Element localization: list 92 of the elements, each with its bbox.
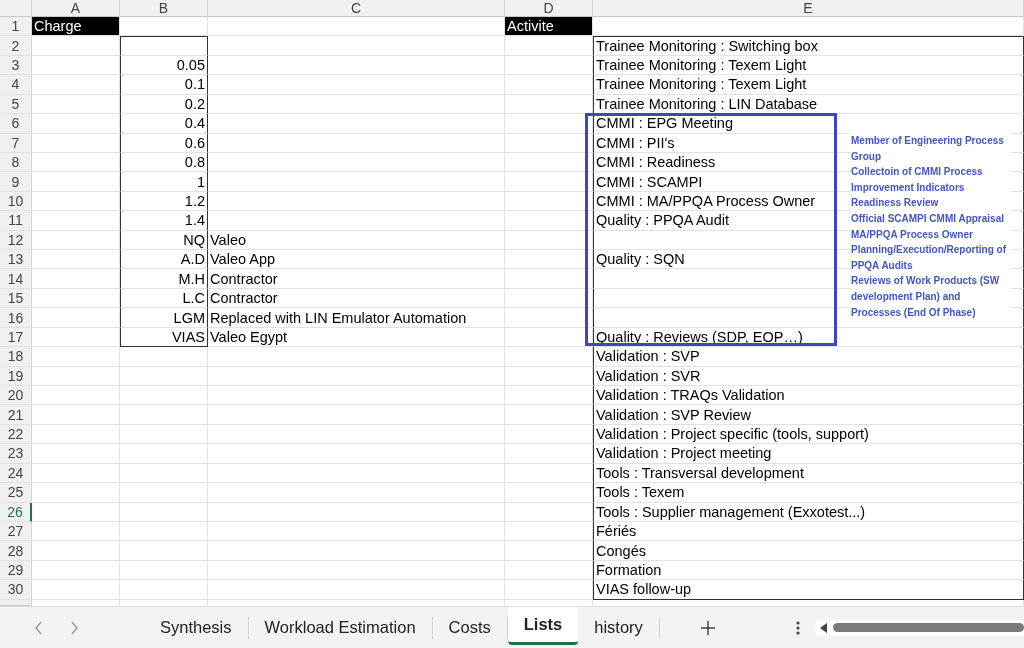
annotation-note: Reviews of Work Products (SW development Plan) and Processes (End Of Phase) bbox=[851, 273, 1011, 321]
row-header[interactable]: 11 bbox=[0, 211, 32, 231]
table-cell: Formation bbox=[593, 560, 1024, 581]
table-cell: Validation : Project meeting bbox=[593, 444, 1024, 464]
table-cell: 0.05 bbox=[120, 55, 208, 76]
table-cell: Trainee Monitoring : Texem Light bbox=[593, 75, 1024, 95]
table-cell: 0.4 bbox=[120, 114, 208, 134]
row-header[interactable]: 6 bbox=[0, 114, 32, 134]
row-header[interactable]: 7 bbox=[0, 133, 32, 153]
chevron-left-icon[interactable] bbox=[33, 620, 43, 635]
row-header[interactable]: 5 bbox=[0, 94, 32, 115]
add-sheet-icon[interactable] bbox=[699, 619, 716, 636]
row-header[interactable]: 17 bbox=[0, 327, 32, 348]
table-cell: Fériés bbox=[593, 521, 1024, 542]
row-header[interactable]: 21 bbox=[0, 405, 32, 425]
row-header[interactable]: 29 bbox=[0, 560, 32, 581]
row-header[interactable]: 30 bbox=[0, 580, 32, 600]
more-options-icon[interactable] bbox=[795, 619, 800, 636]
table-cell: Replaced with LIN Emulator Automation bbox=[208, 308, 505, 328]
row-header[interactable]: 14 bbox=[0, 269, 32, 289]
table-cell: Validation : SVP bbox=[593, 347, 1024, 367]
table-cell: Congés bbox=[593, 541, 1024, 561]
table-cell: Trainee Monitoring : Texem Light bbox=[593, 55, 1024, 76]
table-cell: Trainee Monitoring : LIN Database bbox=[593, 94, 1024, 115]
table-cell: 0.6 bbox=[120, 133, 208, 153]
row-header[interactable]: 3 bbox=[0, 55, 32, 76]
sheet-tab[interactable]: history bbox=[578, 616, 660, 639]
column-header[interactable]: C bbox=[208, 0, 505, 17]
header-cell: Charge bbox=[32, 17, 120, 37]
table-cell: Validation : TRAQs Validation bbox=[593, 386, 1024, 406]
sheet-tab[interactable]: Lists bbox=[507, 607, 579, 645]
row-header[interactable]: 2 bbox=[0, 36, 32, 56]
row-header[interactable]: 13 bbox=[0, 250, 32, 270]
sheet-tab[interactable]: Synthesis bbox=[144, 616, 249, 639]
table-cell: A.D bbox=[120, 250, 208, 270]
table-cell: 0.1 bbox=[120, 75, 208, 95]
table-cell: Validation : SVR bbox=[593, 366, 1024, 386]
table-cell: 1 bbox=[120, 172, 208, 192]
table-cell: LGM bbox=[120, 308, 208, 328]
scroll-left-icon[interactable] bbox=[819, 622, 827, 633]
row-header[interactable]: 4 bbox=[0, 75, 32, 95]
table-cell: Tools : Transversal development bbox=[593, 463, 1024, 484]
table-cell: Trainee Monitoring : Switching box bbox=[593, 36, 1024, 56]
table-cell: VIAS follow-up bbox=[593, 580, 1024, 600]
column-header[interactable]: D bbox=[505, 0, 593, 17]
table-cell: NQ bbox=[120, 230, 208, 251]
row-header[interactable]: 25 bbox=[0, 483, 32, 503]
table-cell: M.H bbox=[120, 269, 208, 289]
scrollbar-thumb[interactable] bbox=[832, 623, 1024, 632]
annotation-note: Member of Engineering Process Group bbox=[851, 133, 1011, 165]
row-header[interactable]: 12 bbox=[0, 230, 32, 251]
row-header[interactable]: 1 bbox=[0, 17, 32, 37]
annotation-note: Collectoin of CMMI Process Improvement Indicators bbox=[851, 164, 1011, 196]
header-cell: Activite bbox=[505, 17, 593, 37]
table-cell: 0.8 bbox=[120, 152, 208, 173]
row-header[interactable]: 15 bbox=[0, 288, 32, 309]
row-header[interactable]: 22 bbox=[0, 424, 32, 445]
column-header[interactable]: E bbox=[593, 0, 1024, 17]
table-cell: Validation : SVP Review bbox=[593, 405, 1024, 425]
row-header[interactable]: 10 bbox=[0, 191, 32, 212]
row-header[interactable]: 16 bbox=[0, 308, 32, 328]
row-header[interactable]: 23 bbox=[0, 444, 32, 464]
table-cell: L.C bbox=[120, 288, 208, 309]
row-header[interactable]: 8 bbox=[0, 152, 32, 173]
annotation-note: Readiness Review bbox=[851, 195, 1011, 211]
table-cell: Valeo App bbox=[208, 250, 505, 270]
column-header[interactable]: B bbox=[120, 0, 208, 17]
row-header[interactable]: 20 bbox=[0, 386, 32, 406]
sheet-tab[interactable]: Workload Estimation bbox=[248, 616, 433, 639]
horizontal-scrollbar[interactable] bbox=[813, 619, 1024, 636]
table-cell: CMMI : EPG Meeting bbox=[593, 114, 1024, 134]
table-cell: Tools : Texem bbox=[593, 483, 1024, 503]
sheet-tab[interactable]: Costs bbox=[432, 616, 508, 639]
row-header[interactable]: 26 bbox=[0, 502, 32, 522]
row-header[interactable]: 18 bbox=[0, 347, 32, 367]
row-header[interactable]: 19 bbox=[0, 366, 32, 386]
table-cell: Valeo Egypt bbox=[208, 327, 505, 348]
table-cell: 1.2 bbox=[120, 191, 208, 212]
table-cell: Contractor bbox=[208, 269, 505, 289]
row-header[interactable]: 28 bbox=[0, 541, 32, 561]
chevron-right-icon[interactable] bbox=[69, 620, 79, 635]
row-header[interactable]: 9 bbox=[0, 172, 32, 192]
table-cell: Contractor bbox=[208, 288, 505, 309]
row-header[interactable]: 24 bbox=[0, 463, 32, 484]
table-cell: 0.2 bbox=[120, 94, 208, 115]
table-cell: Validation : Project specific (tools, support) bbox=[593, 424, 1024, 445]
table-cell: 1.4 bbox=[120, 211, 208, 231]
table-cell: Valeo bbox=[208, 230, 505, 251]
column-header[interactable]: A bbox=[32, 0, 120, 17]
row-header[interactable]: 27 bbox=[0, 521, 32, 542]
table-cell: VIAS bbox=[120, 327, 208, 348]
table-cell: Tools : Supplier management (Exxotest...) bbox=[593, 502, 1024, 522]
